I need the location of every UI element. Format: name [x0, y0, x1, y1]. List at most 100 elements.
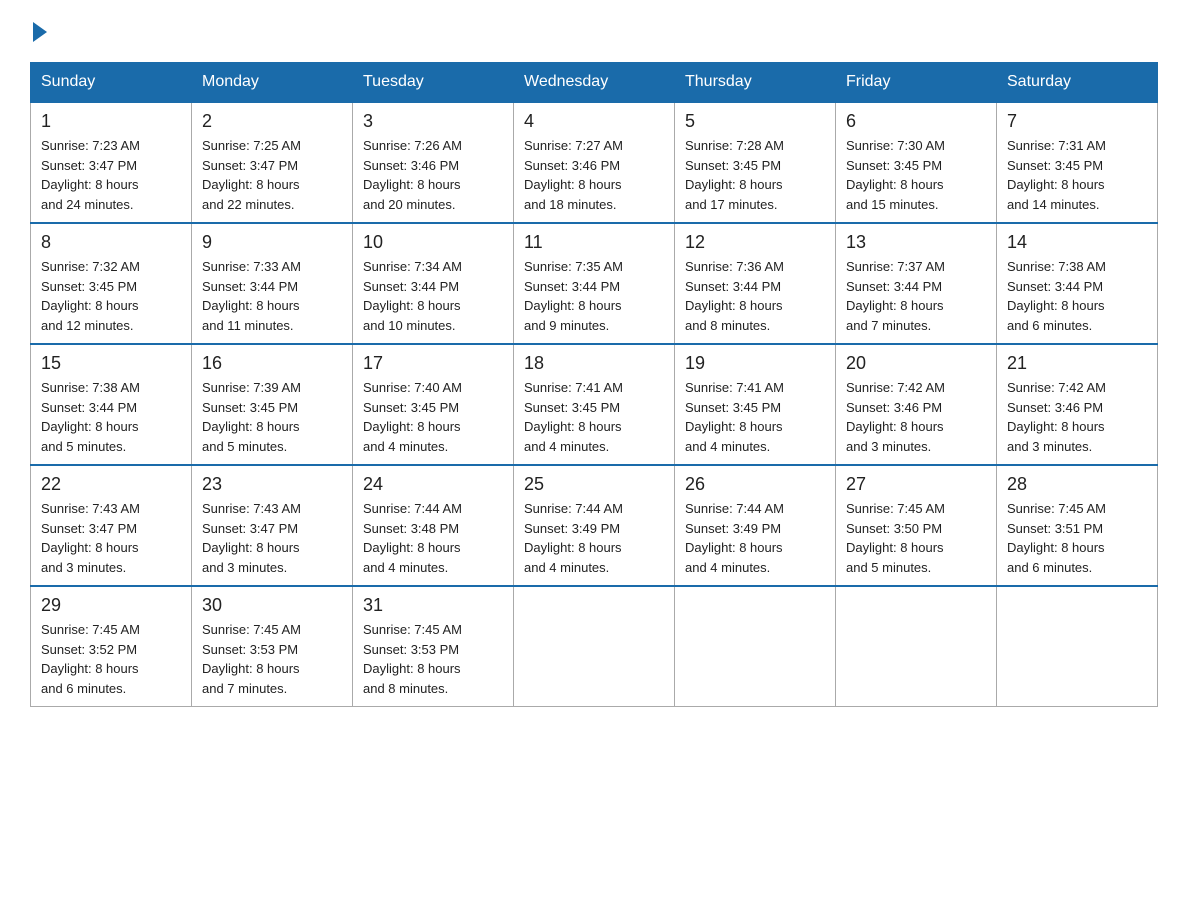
day-info: Sunrise: 7:30 AM Sunset: 3:45 PM Dayligh…: [846, 136, 986, 214]
calendar-cell: [514, 586, 675, 707]
calendar-week-row: 22 Sunrise: 7:43 AM Sunset: 3:47 PM Dayl…: [31, 465, 1158, 586]
calendar-cell: 13 Sunrise: 7:37 AM Sunset: 3:44 PM Dayl…: [836, 223, 997, 344]
day-info: Sunrise: 7:25 AM Sunset: 3:47 PM Dayligh…: [202, 136, 342, 214]
day-info: Sunrise: 7:35 AM Sunset: 3:44 PM Dayligh…: [524, 257, 664, 335]
calendar-cell: 4 Sunrise: 7:27 AM Sunset: 3:46 PM Dayli…: [514, 102, 675, 223]
calendar-cell: 6 Sunrise: 7:30 AM Sunset: 3:45 PM Dayli…: [836, 102, 997, 223]
calendar-cell: 24 Sunrise: 7:44 AM Sunset: 3:48 PM Dayl…: [353, 465, 514, 586]
day-number: 1: [41, 111, 181, 132]
day-info: Sunrise: 7:31 AM Sunset: 3:45 PM Dayligh…: [1007, 136, 1147, 214]
day-info: Sunrise: 7:45 AM Sunset: 3:53 PM Dayligh…: [363, 620, 503, 698]
calendar-cell: 23 Sunrise: 7:43 AM Sunset: 3:47 PM Dayl…: [192, 465, 353, 586]
day-number: 3: [363, 111, 503, 132]
calendar-cell: 14 Sunrise: 7:38 AM Sunset: 3:44 PM Dayl…: [997, 223, 1158, 344]
calendar-week-row: 15 Sunrise: 7:38 AM Sunset: 3:44 PM Dayl…: [31, 344, 1158, 465]
calendar-cell: 26 Sunrise: 7:44 AM Sunset: 3:49 PM Dayl…: [675, 465, 836, 586]
day-info: Sunrise: 7:42 AM Sunset: 3:46 PM Dayligh…: [1007, 378, 1147, 456]
day-info: Sunrise: 7:45 AM Sunset: 3:53 PM Dayligh…: [202, 620, 342, 698]
calendar-cell: 29 Sunrise: 7:45 AM Sunset: 3:52 PM Dayl…: [31, 586, 192, 707]
day-info: Sunrise: 7:43 AM Sunset: 3:47 PM Dayligh…: [202, 499, 342, 577]
day-number: 4: [524, 111, 664, 132]
page-header: [30, 20, 1158, 42]
day-number: 19: [685, 353, 825, 374]
calendar-cell: 15 Sunrise: 7:38 AM Sunset: 3:44 PM Dayl…: [31, 344, 192, 465]
day-info: Sunrise: 7:38 AM Sunset: 3:44 PM Dayligh…: [41, 378, 181, 456]
day-number: 14: [1007, 232, 1147, 253]
day-number: 25: [524, 474, 664, 495]
calendar-cell: 30 Sunrise: 7:45 AM Sunset: 3:53 PM Dayl…: [192, 586, 353, 707]
day-number: 20: [846, 353, 986, 374]
calendar-cell: 25 Sunrise: 7:44 AM Sunset: 3:49 PM Dayl…: [514, 465, 675, 586]
day-number: 7: [1007, 111, 1147, 132]
day-number: 24: [363, 474, 503, 495]
day-info: Sunrise: 7:27 AM Sunset: 3:46 PM Dayligh…: [524, 136, 664, 214]
day-number: 27: [846, 474, 986, 495]
calendar-week-row: 8 Sunrise: 7:32 AM Sunset: 3:45 PM Dayli…: [31, 223, 1158, 344]
day-info: Sunrise: 7:38 AM Sunset: 3:44 PM Dayligh…: [1007, 257, 1147, 335]
logo-arrow-icon: [33, 22, 47, 42]
day-number: 2: [202, 111, 342, 132]
day-info: Sunrise: 7:40 AM Sunset: 3:45 PM Dayligh…: [363, 378, 503, 456]
calendar-cell: 10 Sunrise: 7:34 AM Sunset: 3:44 PM Dayl…: [353, 223, 514, 344]
day-info: Sunrise: 7:37 AM Sunset: 3:44 PM Dayligh…: [846, 257, 986, 335]
day-info: Sunrise: 7:36 AM Sunset: 3:44 PM Dayligh…: [685, 257, 825, 335]
day-info: Sunrise: 7:23 AM Sunset: 3:47 PM Dayligh…: [41, 136, 181, 214]
calendar-cell: 9 Sunrise: 7:33 AM Sunset: 3:44 PM Dayli…: [192, 223, 353, 344]
day-info: Sunrise: 7:26 AM Sunset: 3:46 PM Dayligh…: [363, 136, 503, 214]
day-number: 15: [41, 353, 181, 374]
day-info: Sunrise: 7:44 AM Sunset: 3:49 PM Dayligh…: [685, 499, 825, 577]
day-info: Sunrise: 7:28 AM Sunset: 3:45 PM Dayligh…: [685, 136, 825, 214]
calendar-week-row: 29 Sunrise: 7:45 AM Sunset: 3:52 PM Dayl…: [31, 586, 1158, 707]
day-number: 22: [41, 474, 181, 495]
day-info: Sunrise: 7:45 AM Sunset: 3:50 PM Dayligh…: [846, 499, 986, 577]
calendar-cell: 16 Sunrise: 7:39 AM Sunset: 3:45 PM Dayl…: [192, 344, 353, 465]
day-info: Sunrise: 7:34 AM Sunset: 3:44 PM Dayligh…: [363, 257, 503, 335]
day-number: 18: [524, 353, 664, 374]
calendar-cell: 18 Sunrise: 7:41 AM Sunset: 3:45 PM Dayl…: [514, 344, 675, 465]
day-number: 30: [202, 595, 342, 616]
calendar-cell: [836, 586, 997, 707]
column-header-tuesday: Tuesday: [353, 63, 514, 103]
calendar-header-row: SundayMondayTuesdayWednesdayThursdayFrid…: [31, 63, 1158, 103]
calendar-cell: 22 Sunrise: 7:43 AM Sunset: 3:47 PM Dayl…: [31, 465, 192, 586]
calendar-cell: 1 Sunrise: 7:23 AM Sunset: 3:47 PM Dayli…: [31, 102, 192, 223]
calendar-cell: 5 Sunrise: 7:28 AM Sunset: 3:45 PM Dayli…: [675, 102, 836, 223]
day-number: 28: [1007, 474, 1147, 495]
day-number: 12: [685, 232, 825, 253]
column-header-sunday: Sunday: [31, 63, 192, 103]
day-number: 16: [202, 353, 342, 374]
calendar-cell: 19 Sunrise: 7:41 AM Sunset: 3:45 PM Dayl…: [675, 344, 836, 465]
day-info: Sunrise: 7:42 AM Sunset: 3:46 PM Dayligh…: [846, 378, 986, 456]
calendar-cell: 20 Sunrise: 7:42 AM Sunset: 3:46 PM Dayl…: [836, 344, 997, 465]
day-number: 6: [846, 111, 986, 132]
day-info: Sunrise: 7:41 AM Sunset: 3:45 PM Dayligh…: [524, 378, 664, 456]
calendar-cell: 27 Sunrise: 7:45 AM Sunset: 3:50 PM Dayl…: [836, 465, 997, 586]
day-info: Sunrise: 7:43 AM Sunset: 3:47 PM Dayligh…: [41, 499, 181, 577]
day-info: Sunrise: 7:44 AM Sunset: 3:48 PM Dayligh…: [363, 499, 503, 577]
day-number: 10: [363, 232, 503, 253]
calendar-week-row: 1 Sunrise: 7:23 AM Sunset: 3:47 PM Dayli…: [31, 102, 1158, 223]
day-info: Sunrise: 7:44 AM Sunset: 3:49 PM Dayligh…: [524, 499, 664, 577]
day-number: 9: [202, 232, 342, 253]
calendar-cell: 12 Sunrise: 7:36 AM Sunset: 3:44 PM Dayl…: [675, 223, 836, 344]
calendar-cell: 11 Sunrise: 7:35 AM Sunset: 3:44 PM Dayl…: [514, 223, 675, 344]
day-info: Sunrise: 7:32 AM Sunset: 3:45 PM Dayligh…: [41, 257, 181, 335]
column-header-saturday: Saturday: [997, 63, 1158, 103]
calendar-cell: 7 Sunrise: 7:31 AM Sunset: 3:45 PM Dayli…: [997, 102, 1158, 223]
day-info: Sunrise: 7:33 AM Sunset: 3:44 PM Dayligh…: [202, 257, 342, 335]
day-info: Sunrise: 7:41 AM Sunset: 3:45 PM Dayligh…: [685, 378, 825, 456]
day-number: 31: [363, 595, 503, 616]
calendar-cell: 31 Sunrise: 7:45 AM Sunset: 3:53 PM Dayl…: [353, 586, 514, 707]
day-number: 11: [524, 232, 664, 253]
day-info: Sunrise: 7:45 AM Sunset: 3:52 PM Dayligh…: [41, 620, 181, 698]
day-number: 26: [685, 474, 825, 495]
calendar-cell: 8 Sunrise: 7:32 AM Sunset: 3:45 PM Dayli…: [31, 223, 192, 344]
day-number: 5: [685, 111, 825, 132]
calendar-cell: 28 Sunrise: 7:45 AM Sunset: 3:51 PM Dayl…: [997, 465, 1158, 586]
day-info: Sunrise: 7:39 AM Sunset: 3:45 PM Dayligh…: [202, 378, 342, 456]
column-header-monday: Monday: [192, 63, 353, 103]
day-number: 29: [41, 595, 181, 616]
calendar-cell: [675, 586, 836, 707]
day-number: 13: [846, 232, 986, 253]
day-number: 8: [41, 232, 181, 253]
